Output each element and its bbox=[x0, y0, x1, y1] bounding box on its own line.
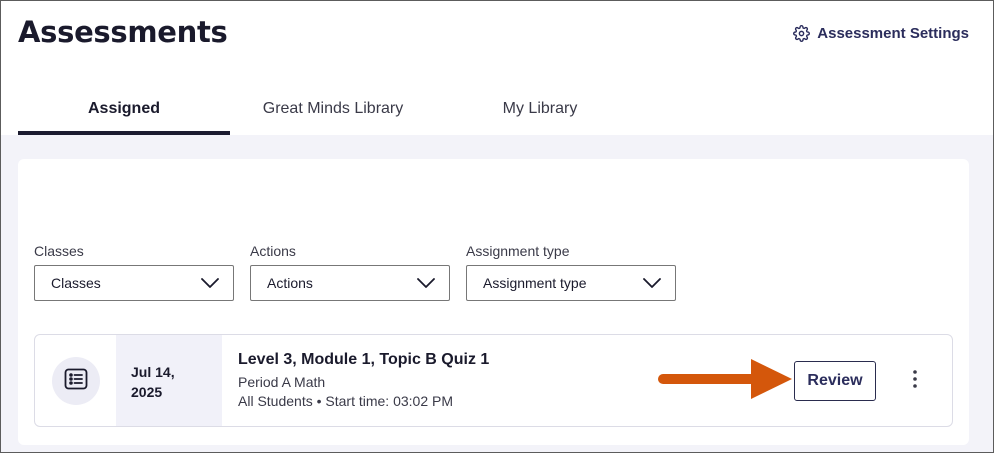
assignment-details: All Students • Start time: 03:02 PM bbox=[238, 393, 453, 409]
tab-assigned[interactable]: Assigned bbox=[18, 83, 230, 135]
tab-great-minds-library[interactable]: Great Minds Library bbox=[230, 83, 436, 135]
chevron-down-icon bbox=[201, 275, 219, 291]
assignment-date: Jul 14, 2025 bbox=[116, 335, 222, 426]
assignment-icon-badge bbox=[52, 357, 100, 405]
tab-assigned-label: Assigned bbox=[87, 100, 160, 117]
actions-filter: Actions Actions bbox=[250, 243, 450, 301]
arrow-right-icon bbox=[658, 357, 794, 406]
assignment-type-select-value: Assignment type bbox=[483, 275, 587, 291]
assignments-panel: Classes Classes Actions Actions Assignme… bbox=[18, 159, 969, 445]
actions-select-value: Actions bbox=[267, 275, 313, 291]
page-title: Assessments bbox=[18, 15, 228, 49]
classes-filter: Classes Classes bbox=[34, 243, 234, 301]
classes-select-value: Classes bbox=[51, 275, 101, 291]
assessment-settings-label: Assessment Settings bbox=[817, 25, 969, 42]
actions-select[interactable]: Actions bbox=[250, 265, 450, 301]
assignment-date-month-day: Jul 14, bbox=[131, 363, 175, 380]
more-options-button[interactable] bbox=[903, 365, 927, 397]
header: Assessments Assessment Settings Assigned… bbox=[1, 1, 993, 135]
assessment-settings-link[interactable]: Assessment Settings bbox=[793, 25, 969, 42]
tab-my-library[interactable]: My Library bbox=[436, 83, 644, 135]
tab-my-library-label: My Library bbox=[502, 100, 578, 117]
classes-select[interactable]: Classes bbox=[34, 265, 234, 301]
chevron-down-icon bbox=[417, 275, 435, 291]
assignment-type-select[interactable]: Assignment type bbox=[466, 265, 676, 301]
assignment-type-filter: Assignment type Assignment type bbox=[466, 243, 676, 301]
assignment-class: Period A Math bbox=[238, 374, 326, 390]
gear-icon bbox=[793, 25, 811, 42]
review-button[interactable]: Review bbox=[794, 361, 876, 401]
assignment-date-year: 2025 bbox=[131, 383, 163, 400]
assignment-info: Level 3, Module 1, Topic B Quiz 1 Period… bbox=[238, 351, 489, 411]
assignment-title: Level 3, Module 1, Topic B Quiz 1 bbox=[238, 351, 490, 368]
actions-filter-label: Actions bbox=[250, 243, 296, 259]
list-icon bbox=[64, 368, 88, 395]
more-vertical-icon bbox=[912, 369, 918, 394]
chevron-down-icon bbox=[643, 275, 661, 291]
app-frame: Assessments Assessment Settings Assigned… bbox=[0, 0, 994, 453]
classes-filter-label: Classes bbox=[34, 243, 84, 259]
tab-bar: Assigned Great Minds Library My Library bbox=[18, 83, 644, 135]
tab-great-minds-library-label: Great Minds Library bbox=[262, 100, 404, 117]
assignment-type-filter-label: Assignment type bbox=[466, 243, 570, 259]
assignment-card[interactable]: Jul 14, 2025 Level 3, Module 1, Topic B … bbox=[34, 334, 953, 427]
